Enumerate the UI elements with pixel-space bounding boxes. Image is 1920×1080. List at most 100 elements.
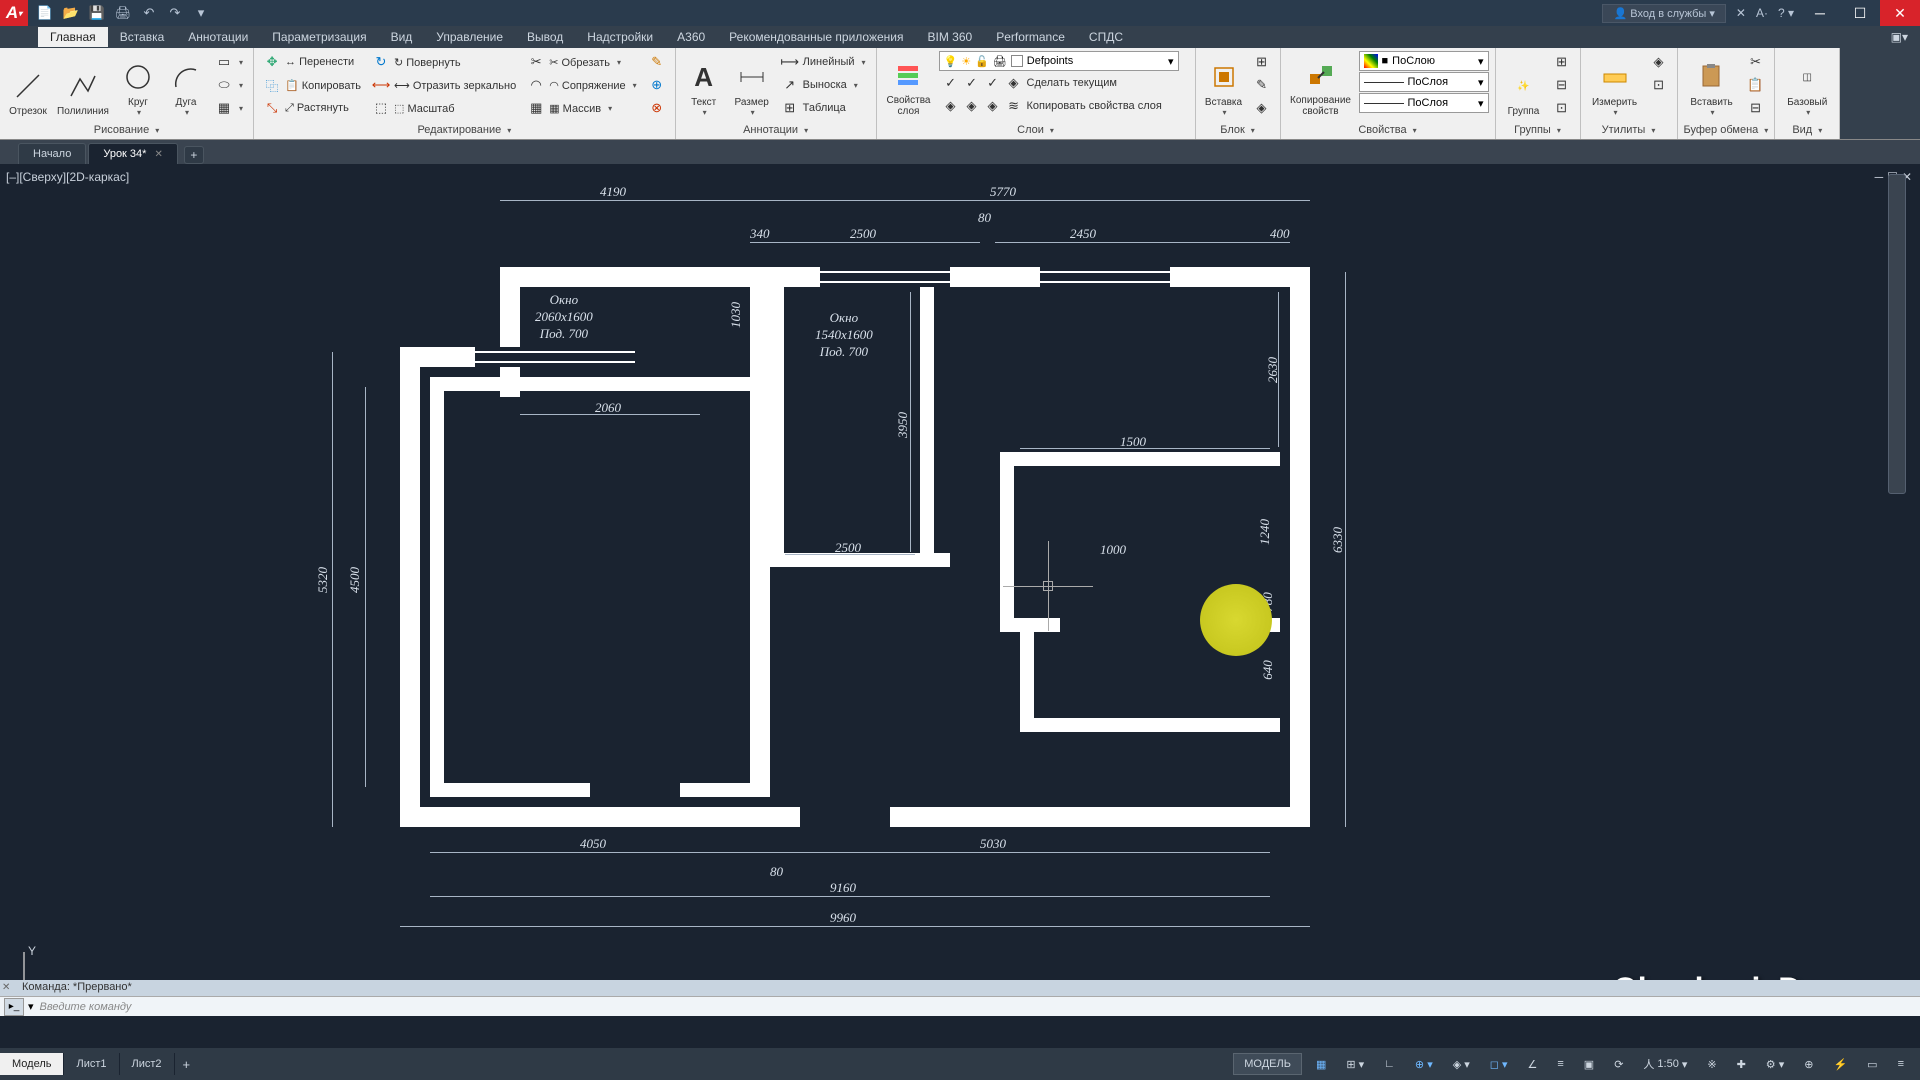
move-button[interactable]: ✥↔ Перенести <box>260 51 365 73</box>
copy-clip-button[interactable]: 📋 <box>1744 74 1768 96</box>
circle-button[interactable]: Круг▾ <box>116 51 160 119</box>
hatch-button[interactable]: ▦▾ <box>212 97 247 119</box>
measure-button[interactable]: Измерить▾ <box>1587 51 1643 119</box>
copy-layer-props-button[interactable]: ◈◈◈≋Копировать свойства слоя <box>939 95 1189 117</box>
print-icon[interactable]: 🖨 <box>112 2 134 24</box>
close-button[interactable]: ✕ <box>1880 0 1920 26</box>
table-button[interactable]: ⊞Таблица <box>778 97 870 119</box>
tab-home[interactable]: Главная <box>38 27 108 47</box>
text-button[interactable]: AТекст▾ <box>682 51 726 119</box>
tab-annotations[interactable]: Аннотации <box>176 27 260 47</box>
copy-button[interactable]: ⿻📋 Копировать <box>260 74 365 96</box>
cmd-close-icon[interactable]: ✕ <box>2 982 10 993</box>
minimize-button[interactable]: ─ <box>1800 0 1840 26</box>
util1[interactable]: ◈ <box>1647 51 1671 73</box>
polar-toggle[interactable]: ⊕ ▾ <box>1409 1055 1439 1074</box>
color-selector[interactable]: ■ПоСлою▾ <box>1359 51 1489 71</box>
app-menu-button[interactable]: A▾ <box>0 0 28 26</box>
group-button[interactable]: ✨Группа <box>1502 51 1546 119</box>
drawing-canvas[interactable]: [–][Сверху][2D-каркас] ─ ☐ ✕ <box>0 164 1920 1048</box>
block-create[interactable]: ⊞ <box>1250 51 1274 73</box>
block-attr[interactable]: ◈ <box>1250 97 1274 119</box>
otrack-toggle[interactable]: ∠ <box>1521 1055 1543 1074</box>
paste-button[interactable]: Вставить▾ <box>1684 51 1740 119</box>
ortho-toggle[interactable]: ∟ <box>1378 1055 1401 1073</box>
cmd-prompt-icon[interactable]: ▸_ <box>4 998 24 1016</box>
tab-current-doc[interactable]: Урок 34*✕ <box>88 143 178 164</box>
redo-icon[interactable]: ↷ <box>164 2 186 24</box>
tab-addins[interactable]: Надстройки <box>575 27 665 47</box>
tab-a360[interactable]: A360 <box>665 27 717 47</box>
tab-bim360[interactable]: BIM 360 <box>916 27 985 47</box>
stretch-button[interactable]: ⤡⤢ Растянуть <box>260 97 365 119</box>
lineweight-selector[interactable]: ПоСлоя▾ <box>1359 72 1489 92</box>
line-button[interactable]: Отрезок <box>6 51 50 119</box>
layer-props-button[interactable]: Свойства слоя <box>883 51 935 119</box>
exchange-icon[interactable]: ✕ <box>1736 6 1746 20</box>
cmd-input[interactable]: Введите команду <box>34 1001 1920 1013</box>
rect-button[interactable]: ▭▾ <box>212 51 247 73</box>
tab-manage[interactable]: Управление <box>424 27 515 47</box>
iso-toggle[interactable]: ◈ ▾ <box>1447 1055 1476 1074</box>
edit-extra1[interactable]: ✎ <box>645 51 669 73</box>
group-btn3[interactable]: ⊡ <box>1550 97 1574 119</box>
util2[interactable]: ⊡ <box>1647 74 1671 96</box>
cut-button[interactable]: ✂ <box>1744 51 1768 73</box>
block-edit[interactable]: ✎ <box>1250 74 1274 96</box>
annoscale-button[interactable]: 人 1:50 ▾ <box>1637 1053 1693 1075</box>
osnap-toggle[interactable]: ◻ ▾ <box>1484 1055 1514 1074</box>
a-icon[interactable]: A· <box>1756 6 1768 20</box>
customize-button[interactable]: ≡ <box>1892 1055 1910 1073</box>
layout-tab-1[interactable]: Лист1 <box>64 1053 119 1075</box>
hwacc-toggle[interactable]: ⚡ <box>1827 1055 1853 1074</box>
group-btn1[interactable]: ⊞ <box>1550 51 1574 73</box>
arc-button[interactable]: Дуга▾ <box>164 51 208 119</box>
close-icon[interactable]: ✕ <box>154 149 162 160</box>
sign-in-button[interactable]: 👤 Вход в службы ▾ <box>1602 4 1725 23</box>
navigation-bar[interactable] <box>1888 174 1906 494</box>
dimension-button[interactable]: Размер▾ <box>730 51 774 119</box>
array-button[interactable]: ▦▦ Массив▾ <box>524 97 640 119</box>
layout-tab-model[interactable]: Модель <box>0 1053 64 1075</box>
edit-extra3[interactable]: ⊗ <box>645 97 669 119</box>
base-view-button[interactable]: ◫Базовый▾ <box>1781 51 1833 119</box>
qat-more-icon[interactable]: ▾ <box>190 2 212 24</box>
tab-performance[interactable]: Performance <box>984 27 1077 47</box>
annomonitor-toggle[interactable]: ⊕ <box>1798 1055 1819 1074</box>
tab-recommended[interactable]: Рекомендованные приложения <box>717 27 915 47</box>
add-layout-button[interactable]: + <box>175 1052 199 1077</box>
vp-minimize-icon[interactable]: ─ <box>1875 170 1884 184</box>
transparency-toggle[interactable]: ▣ <box>1578 1055 1600 1074</box>
snap-toggle[interactable]: ⊞ ▾ <box>1340 1055 1370 1074</box>
polyline-button[interactable]: Полилиния <box>54 51 112 119</box>
cycling-toggle[interactable]: ⟳ <box>1608 1055 1629 1074</box>
command-line[interactable]: ✕ Команда: *Прервано* ▸_ ▾ Введите коман… <box>0 980 1920 1016</box>
ellipse-button[interactable]: ⬭▾ <box>212 74 247 96</box>
edit-extra2[interactable]: ⊕ <box>645 74 669 96</box>
layout-tab-2[interactable]: Лист2 <box>120 1053 175 1075</box>
model-space-button[interactable]: МОДЕЛЬ <box>1233 1053 1302 1075</box>
tab-start[interactable]: Начало <box>18 143 86 164</box>
workspace-button[interactable]: ⚙ ▾ <box>1760 1055 1790 1074</box>
annovisibility-toggle[interactable]: ※ <box>1701 1055 1722 1074</box>
scale-button[interactable]: ⬚⬚ Масштаб <box>369 97 520 119</box>
tab-parametric[interactable]: Параметризация <box>260 27 378 47</box>
rotate-button[interactable]: ↻↻ Повернуть <box>369 51 520 73</box>
open-icon[interactable]: 📂 <box>60 2 82 24</box>
autoadd-toggle[interactable]: ✚ <box>1731 1055 1752 1074</box>
fillet-button[interactable]: ◠◠ Сопряжение▾ <box>524 74 640 96</box>
make-current-button[interactable]: ✓✓✓◈Сделать текущим <box>939 72 1189 94</box>
undo-icon[interactable]: ↶ <box>138 2 160 24</box>
match-props-button[interactable]: Копирование свойств <box>1287 51 1355 119</box>
insert-block-button[interactable]: Вставка▾ <box>1202 51 1246 119</box>
mirror-button[interactable]: ⟷⟷ Отразить зеркально <box>369 74 520 96</box>
layer-selector[interactable]: 💡☀🔓🖨Defpoints▾ <box>939 51 1179 71</box>
view-controls[interactable]: [–][Сверху][2D-каркас] <box>6 170 129 184</box>
leader-button[interactable]: ↗Выноска▾ <box>778 74 870 96</box>
trim-button[interactable]: ✂✂ Обрезать▾ <box>524 51 640 73</box>
group-btn2[interactable]: ⊟ <box>1550 74 1574 96</box>
lweight-toggle[interactable]: ≡ <box>1551 1055 1569 1073</box>
clip3[interactable]: ⊟ <box>1744 97 1768 119</box>
tab-output[interactable]: Вывод <box>515 27 575 47</box>
cleanscreen-toggle[interactable]: ▭ <box>1861 1055 1883 1074</box>
